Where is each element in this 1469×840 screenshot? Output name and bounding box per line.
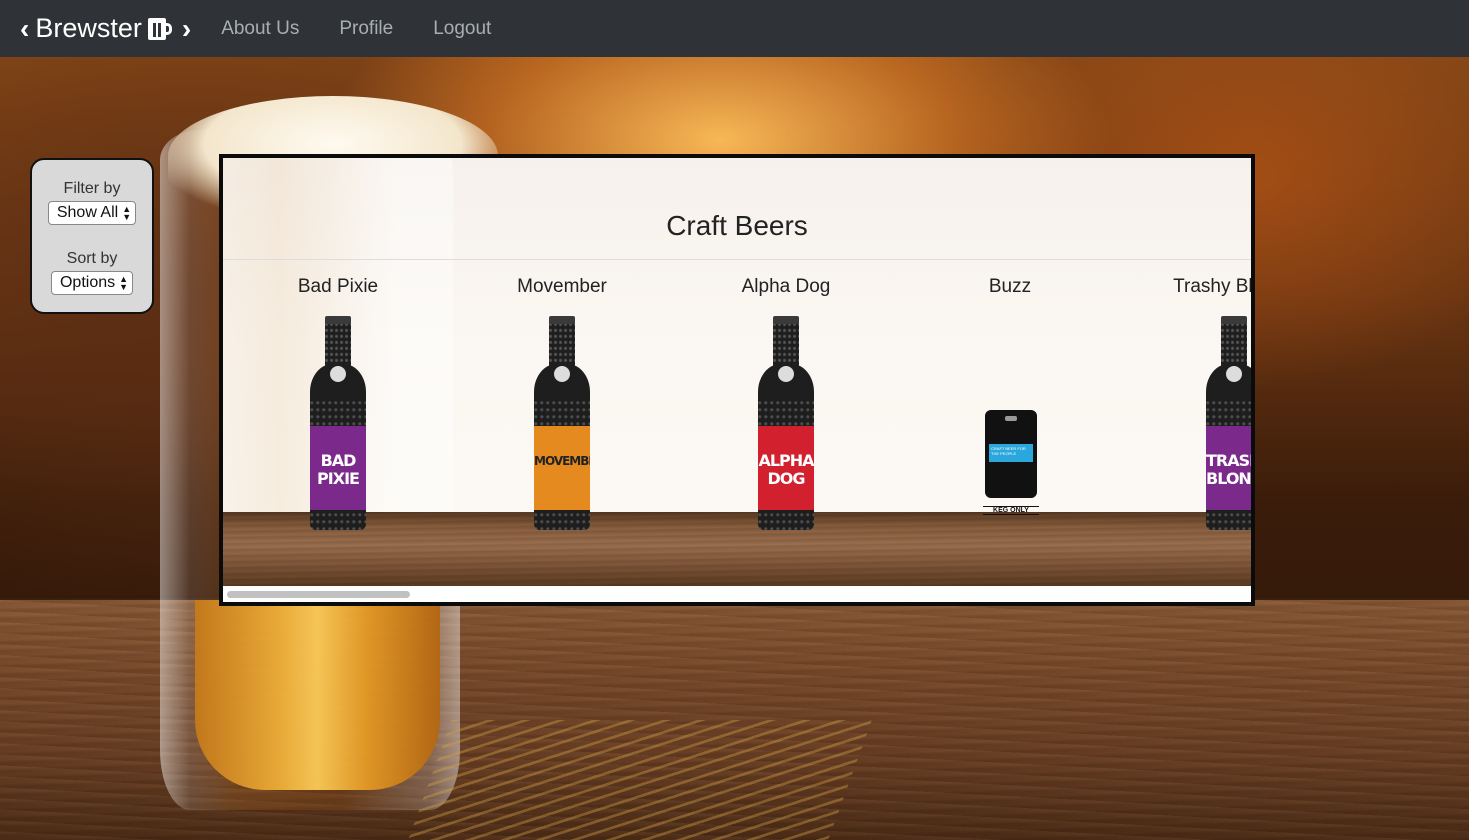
beer-keg-image[interactable]: CRAFT BEER FOR THE PEOPLE bbox=[985, 410, 1037, 498]
beer-mug-icon bbox=[147, 16, 172, 42]
keg-label-text: CRAFT BEER FOR THE PEOPLE bbox=[991, 446, 1026, 456]
beer-card-buzz[interactable]: Buzz CRAFT BEER FOR THE PEOPLE KEG ONLY bbox=[898, 276, 1122, 515]
filter-select-value: Show All bbox=[56, 204, 119, 221]
bottle-label-text: MOVEMBER bbox=[534, 454, 590, 468]
beer-name: Alpha Dog bbox=[741, 276, 831, 297]
craft-beers-panel: Craft Beers Bad Pixie BAD PIXIE Movember… bbox=[219, 154, 1255, 606]
beer-shelf-scroller[interactable]: Craft Beers Bad Pixie BAD PIXIE Movember… bbox=[223, 158, 1251, 586]
nav-link-logout[interactable]: Logout bbox=[433, 18, 491, 40]
nav-links: About Us Profile Logout bbox=[221, 18, 531, 40]
background-wheat bbox=[408, 720, 872, 840]
bottle-label: BAD PIXIE bbox=[310, 426, 366, 510]
beer-bottle-image[interactable]: BAD PIXIE bbox=[310, 316, 366, 530]
brand-name[interactable]: Brewster bbox=[35, 13, 142, 44]
nav-link-profile[interactable]: Profile bbox=[339, 18, 393, 40]
beer-name: Movember bbox=[517, 276, 607, 297]
horizontal-scrollbar[interactable] bbox=[223, 586, 1251, 602]
top-navbar: ‹ Brewster › About Us Profile Logout bbox=[0, 0, 1469, 57]
beer-name: Buzz bbox=[988, 276, 1032, 297]
filter-panel: Filter by Show All ▲ ▼ Sort by Options ▲ ▼ bbox=[30, 158, 154, 314]
beer-name: Trashy Blonde bbox=[1173, 276, 1251, 297]
beer-card-trashy-blonde[interactable]: Trashy Blonde TRASHY BLONDE bbox=[1122, 276, 1251, 530]
filter-label: Filter by bbox=[63, 180, 121, 197]
wooden-shelf bbox=[223, 512, 1251, 586]
beer-card-bad-pixie[interactable]: Bad Pixie BAD PIXIE bbox=[226, 276, 450, 530]
title-divider bbox=[223, 259, 1251, 260]
bottle-label: TRASHY BLONDE bbox=[1206, 426, 1251, 510]
chevron-left-icon[interactable]: ‹ bbox=[20, 14, 29, 43]
beer-bottle-image[interactable]: MOVEMBER bbox=[534, 316, 590, 530]
filter-select[interactable]: Show All ▲ ▼ bbox=[47, 201, 137, 225]
beer-card-movember[interactable]: Movember MOVEMBER bbox=[450, 276, 674, 530]
beer-bottle-image[interactable]: ALPHA DOG bbox=[758, 316, 814, 530]
beer-card-alpha-dog[interactable]: Alpha Dog ALPHA DOG bbox=[674, 276, 898, 530]
brand[interactable]: ‹ Brewster › bbox=[20, 13, 191, 44]
keg-only-sign: KEG ONLY bbox=[983, 506, 1039, 515]
sort-label: Sort by bbox=[66, 250, 118, 267]
bottle-label: MOVEMBER bbox=[534, 426, 590, 510]
keg-label: CRAFT BEER FOR THE PEOPLE bbox=[989, 444, 1033, 462]
panel-title: Craft Beers bbox=[666, 210, 808, 241]
background-beer-liquid bbox=[195, 600, 440, 790]
select-arrows-icon: ▲ ▼ bbox=[122, 204, 132, 222]
scrollbar-thumb[interactable] bbox=[227, 591, 410, 598]
bottle-label-text: ALPHA DOG bbox=[758, 451, 814, 488]
select-arrows-icon: ▲ ▼ bbox=[119, 274, 129, 292]
bottle-label-text: TRASHY BLONDE bbox=[1206, 451, 1251, 488]
sort-select[interactable]: Options ▲ ▼ bbox=[50, 271, 134, 295]
beer-bottle-image[interactable]: TRASHY BLONDE bbox=[1206, 316, 1251, 530]
bottle-label: ALPHA DOG bbox=[758, 426, 814, 510]
nav-link-about-us[interactable]: About Us bbox=[221, 18, 299, 40]
sort-select-value: Options bbox=[59, 274, 116, 291]
beer-name: Bad Pixie bbox=[297, 276, 379, 297]
bottle-label-text: BAD PIXIE bbox=[317, 451, 360, 488]
chevron-right-icon[interactable]: › bbox=[182, 14, 191, 43]
